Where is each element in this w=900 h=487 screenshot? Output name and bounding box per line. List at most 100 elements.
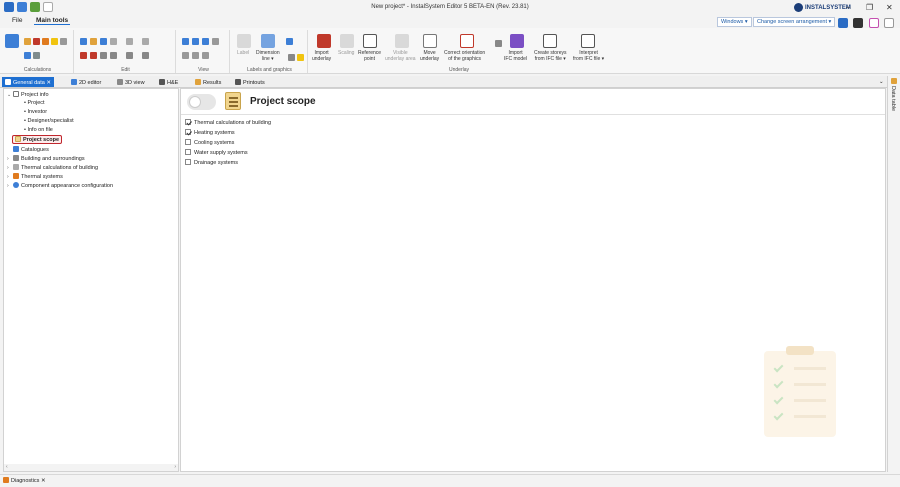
color-tool-icon[interactable] bbox=[297, 54, 304, 61]
interpret-ifc-icon[interactable] bbox=[581, 34, 595, 48]
import-underlay-button[interactable]: Import underlay bbox=[312, 50, 331, 62]
menu-main-tools[interactable]: Main tools bbox=[34, 17, 71, 25]
align-icon[interactable] bbox=[100, 52, 107, 59]
move-underlay-button[interactable]: Move underlay bbox=[420, 50, 439, 62]
calc-tool-1-icon[interactable] bbox=[24, 38, 31, 45]
checkbox-water-supply[interactable] bbox=[185, 149, 191, 155]
zoom-fit-icon[interactable] bbox=[202, 38, 209, 45]
diagnostics-tab[interactable]: Diagnostics ✕ bbox=[3, 477, 46, 484]
zoom-in-icon[interactable] bbox=[182, 38, 189, 45]
calc-tool-2-icon[interactable] bbox=[33, 38, 40, 45]
checkbox-heating[interactable] bbox=[185, 129, 191, 135]
reference-point-icon[interactable] bbox=[363, 34, 377, 48]
delete-icon[interactable] bbox=[80, 52, 87, 59]
tree-item-catalogues[interactable]: Catalogues bbox=[13, 146, 49, 153]
layout-icon[interactable] bbox=[838, 18, 848, 28]
graphic-tool-icon[interactable] bbox=[288, 54, 295, 61]
import-ifc-button[interactable]: Import IFC model bbox=[504, 50, 527, 62]
tab-general-data[interactable]: General data ✕ bbox=[2, 77, 54, 87]
maximize-button[interactable]: ❐ bbox=[866, 3, 873, 12]
tab-2d-editor-label: 2D editor bbox=[79, 80, 102, 86]
tab-h-and-e[interactable]: H&E bbox=[156, 77, 181, 87]
arrange-icon[interactable] bbox=[142, 52, 149, 59]
tree-item-building[interactable]: › Building and surroundings bbox=[7, 155, 85, 162]
edit-tool-2-icon[interactable] bbox=[142, 38, 149, 45]
group-icon[interactable] bbox=[110, 38, 117, 45]
order-icon[interactable] bbox=[126, 52, 133, 59]
scroll-right-icon[interactable]: › bbox=[174, 464, 176, 470]
calculations-icon[interactable] bbox=[5, 34, 19, 48]
tree-item-thermal-calc[interactable]: › Thermal calculations of building bbox=[7, 164, 98, 171]
tab-3d-view[interactable]: 3D view bbox=[114, 77, 148, 87]
view-tool-2-icon[interactable] bbox=[202, 52, 209, 59]
scaling-button[interactable]: Scaling bbox=[338, 50, 354, 57]
change-arrangement-dropdown[interactable]: Change screen arrangement ▾ bbox=[753, 17, 836, 27]
option-heating[interactable]: Heating systems bbox=[185, 129, 235, 136]
duplicate-icon[interactable] bbox=[100, 38, 107, 45]
panel-icon[interactable] bbox=[853, 18, 863, 28]
paste-icon[interactable] bbox=[90, 38, 97, 45]
tree-item-project-scope[interactable]: Project scope bbox=[12, 135, 63, 144]
interpret-ifc-button[interactable]: Interpret from IFC file ▾ bbox=[573, 50, 604, 62]
text-style-icon[interactable] bbox=[286, 38, 293, 45]
checkbox-thermal-calc[interactable] bbox=[185, 119, 191, 125]
windows-dropdown[interactable]: Windows ▾ bbox=[717, 17, 752, 27]
correct-orientation-button[interactable]: Correct orientation of the graphics bbox=[444, 50, 485, 62]
copy-icon[interactable] bbox=[80, 38, 87, 45]
tab-results[interactable]: Results bbox=[192, 77, 224, 87]
tree-horizontal-scrollbar[interactable]: ‹ › bbox=[4, 464, 178, 471]
scroll-left-icon[interactable]: ‹ bbox=[6, 464, 8, 470]
move-underlay-icon[interactable] bbox=[423, 34, 437, 48]
option-cooling[interactable]: Cooling systems bbox=[185, 139, 234, 146]
help-icon[interactable] bbox=[869, 18, 879, 28]
edit-tool-icon[interactable] bbox=[126, 38, 133, 45]
pan-icon[interactable] bbox=[182, 52, 189, 59]
calc-tool-5-icon[interactable] bbox=[60, 38, 67, 45]
distribute-icon[interactable] bbox=[110, 52, 117, 59]
visible-underlay-icon[interactable] bbox=[395, 34, 409, 48]
view-toggle[interactable] bbox=[187, 94, 216, 110]
tree-item-investor[interactable]: • Investor bbox=[24, 109, 47, 115]
tree-item-thermal-systems[interactable]: › Thermal systems bbox=[7, 173, 63, 180]
tab-printouts[interactable]: Printouts bbox=[232, 77, 268, 87]
option-thermal-calc[interactable]: Thermal calculations of building bbox=[185, 119, 271, 126]
close-button[interactable]: ✕ bbox=[886, 3, 893, 12]
data-table-label[interactable]: Data table bbox=[890, 86, 896, 111]
option-drainage[interactable]: Drainage systems bbox=[185, 159, 238, 166]
underlay-tool-icon[interactable] bbox=[495, 40, 502, 47]
correct-orientation-icon[interactable] bbox=[460, 34, 474, 48]
data-table-dock[interactable]: Data table bbox=[887, 76, 900, 472]
create-storeys-button[interactable]: Create storeys from IFC file ▾ bbox=[534, 50, 567, 62]
reference-point-button[interactable]: Reference point bbox=[358, 50, 381, 62]
tabs-dropdown-icon[interactable]: ⌄ bbox=[876, 77, 887, 87]
collapse-ribbon-icon[interactable] bbox=[884, 18, 894, 28]
import-ifc-icon[interactable] bbox=[510, 34, 524, 48]
label-icon[interactable] bbox=[237, 34, 251, 48]
checkbox-drainage[interactable] bbox=[185, 159, 191, 165]
calc-tool-4-icon[interactable] bbox=[51, 38, 58, 45]
calc-tool-6-icon[interactable] bbox=[24, 52, 31, 59]
label-button[interactable]: Label bbox=[237, 50, 249, 57]
tree-item-info-on-file[interactable]: • Info on file bbox=[24, 127, 53, 133]
calc-tool-7-icon[interactable] bbox=[33, 52, 40, 59]
import-underlay-icon[interactable] bbox=[317, 34, 331, 48]
cut-icon[interactable] bbox=[90, 52, 97, 59]
tree-item-designer[interactable]: • Designer/specialist bbox=[24, 118, 74, 124]
option-water-supply[interactable]: Water supply systems bbox=[185, 149, 248, 156]
scaling-icon[interactable] bbox=[340, 34, 354, 48]
minimize-button[interactable]: – bbox=[846, 3, 850, 12]
dimension-line-icon[interactable] bbox=[261, 34, 275, 48]
visible-underlay-button[interactable]: Visible underlay area bbox=[385, 50, 416, 62]
create-storeys-icon[interactable] bbox=[543, 34, 557, 48]
menu-file[interactable]: File bbox=[10, 17, 24, 24]
tree-item-project[interactable]: • Project bbox=[24, 100, 45, 106]
zoom-window-icon[interactable] bbox=[212, 38, 219, 45]
tab-2d-editor[interactable]: 2D editor bbox=[68, 77, 104, 87]
tree-item-project-info[interactable]: ⌄ Project info bbox=[7, 91, 49, 98]
zoom-out-icon[interactable] bbox=[192, 38, 199, 45]
calc-tool-3-icon[interactable] bbox=[42, 38, 49, 45]
view-tool-icon[interactable] bbox=[192, 52, 199, 59]
dimension-line-button[interactable]: Dimension line ▾ bbox=[256, 50, 280, 62]
tree-item-component-config[interactable]: › Component appearance configuration bbox=[7, 182, 113, 189]
checkbox-cooling[interactable] bbox=[185, 139, 191, 145]
